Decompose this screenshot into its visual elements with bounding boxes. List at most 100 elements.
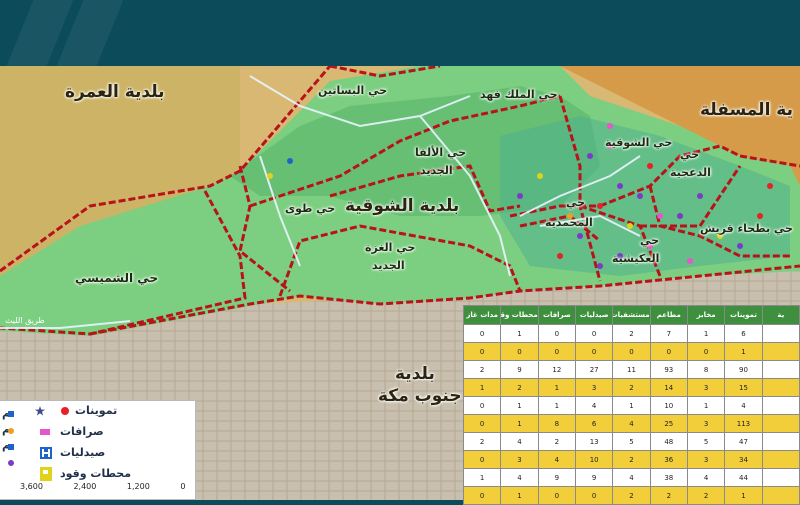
table-cell: 12 — [537, 360, 576, 379]
table-cell: 3 — [686, 414, 726, 433]
table-cell — [761, 360, 800, 379]
table-cell: 0 — [462, 324, 502, 343]
table-cell: 1 — [500, 414, 539, 433]
table-row: 2 9 12 27 11 93 8 90 — [462, 360, 800, 379]
table-cell: 27 — [574, 360, 614, 379]
table-cell: 1 — [686, 324, 726, 343]
table-cell: 47 — [724, 432, 763, 451]
table-cell: 1 — [537, 378, 576, 397]
table-row: 01002716 — [462, 324, 800, 343]
table-cell: 1 — [724, 342, 763, 361]
table-header-cell: صيدليات — [574, 305, 614, 325]
district-label-mohammadiya-1: حي — [566, 196, 586, 209]
district-label-tuwa: حي طوى — [285, 202, 336, 215]
district-label-ghazza-2: الجديد — [372, 259, 405, 272]
table-cell: 2 — [462, 360, 502, 379]
district-label-nasim-1: حي — [680, 148, 700, 161]
table-cell: 4 — [612, 414, 651, 433]
table-cell: 2 — [462, 432, 502, 451]
table-cell: 1 — [724, 486, 763, 505]
table-cell: 14 — [649, 378, 688, 397]
table-cell: 5 — [686, 432, 726, 451]
table-cell: 0 — [462, 486, 502, 505]
table-cell: 113 — [724, 414, 763, 433]
table-header-cell: مطاعم — [649, 305, 688, 325]
table-cell: 4 — [686, 468, 726, 487]
road-label-leith: طريق الليث — [5, 316, 45, 325]
table-cell: 0 — [612, 342, 651, 361]
table-cell: 25 — [649, 414, 688, 433]
table-cell: 1 — [537, 396, 576, 415]
table-cell: 13 — [574, 432, 614, 451]
table-cell: 38 — [649, 468, 688, 487]
table-row: 2 4 2 13 5 48 5 47 — [462, 432, 800, 451]
table-cell: 1 — [500, 324, 539, 343]
table-cell — [761, 378, 800, 397]
legend-sarrafat-label: صرافات — [60, 425, 104, 438]
district-label-nasim-2: الدعجية — [670, 166, 711, 179]
table-cell: 2 — [612, 486, 651, 505]
table-header-cell: مدات غاز — [462, 305, 502, 325]
table-cell — [761, 342, 800, 361]
region-label-south-2: جنوب مكة — [378, 386, 462, 406]
table-cell: 34 — [724, 450, 763, 469]
region-label-south-1: بلدية — [395, 364, 435, 384]
table-cell: 48 — [649, 432, 688, 451]
district-label-basateen: حي البساتين — [318, 84, 388, 97]
table-header-cell: ية — [761, 305, 800, 325]
table-cell: 93 — [649, 360, 688, 379]
table-row: 00000001 — [462, 342, 800, 361]
table-cell: 1 — [500, 486, 539, 505]
scale-tick: 3,600 — [20, 482, 43, 491]
table-cell — [761, 468, 800, 487]
table-cell: 1 — [612, 396, 651, 415]
table-cell: 4 — [612, 468, 651, 487]
pharmacy-icon — [40, 447, 52, 459]
tamwinat-icon — [61, 407, 69, 415]
table-cell — [761, 450, 800, 469]
table-cell — [761, 324, 800, 343]
table-cell: 2 — [649, 486, 688, 505]
table-cell: 9 — [574, 468, 614, 487]
table-cell: 2 — [612, 378, 651, 397]
district-label-king-fahd: حي الملك فهد — [480, 88, 558, 101]
table-cell — [761, 432, 800, 451]
table-cell: 6 — [574, 414, 614, 433]
table-cell: 0 — [649, 342, 688, 361]
table-cell — [761, 396, 800, 415]
table-cell: 15 — [724, 378, 763, 397]
table-cell: 1 — [462, 468, 502, 487]
scale-tick: 0 — [180, 482, 186, 491]
table-header-cell: صرافات — [537, 305, 576, 325]
table-cell: 3 — [574, 378, 614, 397]
table-cell: 0 — [462, 450, 502, 469]
table-cell: 2 — [612, 450, 651, 469]
district-label-mohammadiya-2: المحمدية — [545, 216, 593, 229]
table-cell: 7 — [649, 324, 688, 343]
legend-fuel-label: محطات وقود — [60, 467, 132, 480]
services-table: مدات غاز محطات وقود صرافات صيدليات مستشف… — [462, 305, 800, 505]
table-cell: 4 — [537, 450, 576, 469]
district-label-azizia-1: حي — [640, 234, 660, 247]
table-cell — [761, 414, 800, 433]
table-cell: 90 — [724, 360, 763, 379]
table-cell: 4 — [500, 432, 539, 451]
table-cell: 0 — [500, 342, 539, 361]
table-cell: 44 — [724, 468, 763, 487]
legend-tamwinat-label: تموينات — [75, 404, 118, 417]
region-label-shoqia: بلدية الشوقية — [345, 196, 460, 216]
scale-tick: 2,400 — [73, 482, 97, 491]
table-cell: 6 — [724, 324, 763, 343]
table-cell: 2 — [686, 486, 726, 505]
legend-left-symbols — [8, 411, 14, 466]
table-row: 01002221 — [462, 486, 800, 505]
table-cell: 10 — [574, 450, 614, 469]
table-cell: 0 — [574, 342, 614, 361]
table-cell: 2 — [500, 378, 539, 397]
table-header-cell: تموينات — [724, 305, 763, 325]
district-label-shoqia: حي الشوقية — [605, 136, 673, 149]
table-cell: 9 — [500, 360, 539, 379]
table-cell: 0 — [537, 324, 576, 343]
legend-saydaliyat-label: صيدليات — [60, 446, 106, 459]
table-cell: 0 — [574, 324, 614, 343]
